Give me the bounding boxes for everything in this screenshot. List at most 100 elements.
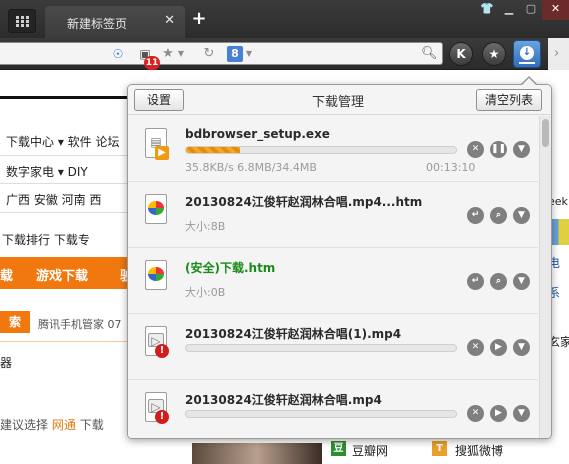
grid-dot — [21, 24, 24, 27]
download-filename[interactable]: 20130824江俊轩赵润林合唱.mp4...htm — [185, 193, 422, 210]
download-filename[interactable]: (安全)下载.htm — [185, 259, 275, 276]
popup-caret-inner — [521, 78, 537, 86]
download-tray-icon — [519, 62, 535, 64]
download-progress-bar — [185, 410, 457, 418]
download-time-remaining: 00:13:10 — [426, 161, 476, 174]
reload-icon[interactable]: ↻ — [202, 46, 216, 62]
scrollbar-thumb[interactable] — [542, 119, 549, 147]
grid-dot — [21, 20, 24, 23]
toolbar-overflow[interactable]: › — [548, 38, 569, 70]
douban-icon: 豆 — [331, 441, 346, 456]
show-in-folder-search-icon[interactable]: ⌕ — [490, 273, 507, 290]
error-badge-icon: ! — [155, 344, 169, 358]
download-list: ▤ ▶ bdbrowser_setup.exe 35.8KB/s 6.8MB/3… — [128, 116, 538, 438]
more-options-chevron-icon[interactable]: ▼ — [513, 273, 530, 290]
download-file-size: 大小:8B — [185, 220, 226, 233]
more-options-chevron-icon[interactable]: ▼ — [513, 141, 530, 158]
open-file-icon[interactable]: ↵ — [467, 207, 484, 224]
page-region-links[interactable]: 广西 安徽 河南 西 — [6, 191, 101, 208]
page-rank-links[interactable]: 下载排行 下载专 — [2, 231, 90, 248]
download-file-size: 大小:0B — [185, 286, 226, 299]
download-filename[interactable]: 20130824江俊轩赵润林合唱(1).mp4 — [185, 325, 401, 342]
play-badge-icon: ▶ — [155, 146, 169, 160]
html-file-icon — [142, 260, 172, 294]
html-file-icon — [142, 194, 172, 228]
installer-file-icon: ▤ ▶ — [142, 128, 172, 162]
address-bar[interactable]: ☉ ▣ 11 ★ ▼ ↻ 8 ▼ 🔍︎ — [0, 42, 443, 70]
tab-close-icon[interactable]: ✕ — [164, 13, 175, 28]
tab-title: 新建标签页 — [67, 17, 128, 31]
download-item[interactable]: ▤ ▶ bdbrowser_setup.exe 35.8KB/s 6.8MB/3… — [128, 116, 538, 182]
maximize-button[interactable]: ▢ — [520, 0, 542, 20]
chevron-down-icon[interactable]: ▼ — [176, 46, 186, 62]
page-search-button[interactable]: 索 — [0, 311, 30, 333]
download-item[interactable]: ▷ ! 20130824江俊轩赵润林合唱(1).mp4 ✕ ▶ ▼ — [128, 314, 538, 380]
chevron-down-icon[interactable]: ▼ — [244, 46, 254, 62]
search-icon[interactable]: 🔍︎ — [421, 46, 438, 62]
download-arrow-icon: ↓ — [520, 46, 534, 60]
cancel-download-icon[interactable]: ✕ — [467, 405, 484, 422]
app-grid-button[interactable] — [8, 9, 36, 33]
error-badge-icon: ! — [155, 410, 169, 424]
grid-dot — [16, 24, 19, 27]
resume-play-icon[interactable]: ▶ — [490, 339, 507, 356]
more-options-chevron-icon[interactable]: ▼ — [513, 405, 530, 422]
download-filename[interactable]: bdbrowser_setup.exe — [185, 127, 330, 141]
more-options-chevron-icon[interactable]: ▼ — [513, 207, 530, 224]
show-in-folder-search-icon[interactable]: ⌕ — [490, 207, 507, 224]
skin-icon[interactable]: 👕 — [476, 0, 498, 20]
pause-icon[interactable]: ❚❚ — [490, 141, 507, 158]
download-progress-bar — [185, 146, 457, 154]
search-engine-icon[interactable]: 8 — [227, 46, 243, 62]
browser-glyph-icon — [148, 201, 164, 215]
clear-list-button[interactable]: 清空列表 — [476, 89, 542, 111]
resume-play-icon[interactable]: ▶ — [490, 405, 507, 422]
grid-dot — [26, 16, 29, 19]
download-filename[interactable]: 20130824江俊轩赵润林合唱.mp4 — [185, 391, 382, 408]
mail-count-badge: 11 — [144, 56, 160, 70]
close-window-button[interactable]: ✕ — [542, 0, 569, 20]
chevron-right-icon: › — [554, 46, 560, 61]
page-photo[interactable] — [192, 443, 322, 464]
download-manager-panel: 设置 下载管理 清空列表 ▤ ▶ bdbrowser_setup.exe 35.… — [127, 84, 552, 439]
k-button[interactable]: K — [449, 42, 473, 66]
page-divider — [0, 155, 130, 156]
download-progress-bar — [185, 344, 457, 352]
settings-button[interactable]: 设置 — [134, 89, 184, 111]
page-category-links[interactable]: 数字家电 ▾ DIY — [6, 163, 88, 180]
bookmark-star-icon[interactable]: ★ — [161, 46, 175, 62]
download-list-scrollbar[interactable] — [539, 116, 551, 438]
download-manager-title: 下载管理 — [311, 95, 364, 110]
security-shield-icon[interactable]: ☉ — [110, 46, 126, 62]
orange-nav-item[interactable]: 游戏下载 — [36, 265, 88, 284]
page-search-hint: 腾讯手机管家 07 — [38, 318, 122, 331]
cancel-download-icon[interactable]: ✕ — [467, 339, 484, 356]
page-orange-nav: 载 游戏下载 驶 — [0, 257, 133, 289]
tab-new-tab[interactable]: 新建标签页 ✕ — [45, 6, 185, 38]
cancel-download-icon[interactable]: ✕ — [467, 141, 484, 158]
browser-toolbar: ☉ ▣ 11 ★ ▼ ↻ 8 ▼ 🔍︎ K ★ ↓ › — [0, 38, 569, 70]
grid-dot — [21, 16, 24, 19]
grid-dot — [16, 20, 19, 23]
sohu-weibo-link[interactable]: 搜狐微博 — [455, 442, 503, 459]
sohu-weibo-icon: T — [432, 441, 447, 456]
download-item[interactable]: ▷ ! 20130824江俊轩赵润林合唱.mp4 ✕ ▶ ▼ — [128, 380, 538, 438]
download-item[interactable]: 20130824江俊轩赵润林合唱.mp4...htm 大小:8B ↵ ⌕ ▼ — [128, 182, 538, 248]
grid-dot — [26, 24, 29, 27]
download-item[interactable]: (安全)下载.htm 大小:0B ↵ ⌕ ▼ — [128, 248, 538, 314]
grid-dot — [16, 16, 19, 19]
favorites-button[interactable]: ★ — [482, 42, 506, 66]
video-file-icon: ▷ ! — [142, 392, 172, 426]
open-file-icon[interactable]: ↵ — [467, 273, 484, 290]
download-manager-button[interactable]: ↓ — [513, 40, 541, 68]
orange-nav-item[interactable]: 载 — [0, 265, 13, 284]
suggest-link[interactable]: 网通 — [52, 418, 76, 432]
progress-fill — [186, 147, 240, 153]
new-tab-button[interactable]: + — [189, 9, 209, 29]
more-options-chevron-icon[interactable]: ▼ — [513, 339, 530, 356]
minimize-button[interactable]: ▁ — [498, 0, 520, 20]
page-nav-links[interactable]: 下载中心 ▾ 软件 论坛 — [6, 133, 119, 150]
page-divider — [0, 183, 130, 184]
douban-link[interactable]: 豆瓣网 — [352, 442, 388, 459]
suggest-suffix: 下载 — [79, 418, 104, 432]
